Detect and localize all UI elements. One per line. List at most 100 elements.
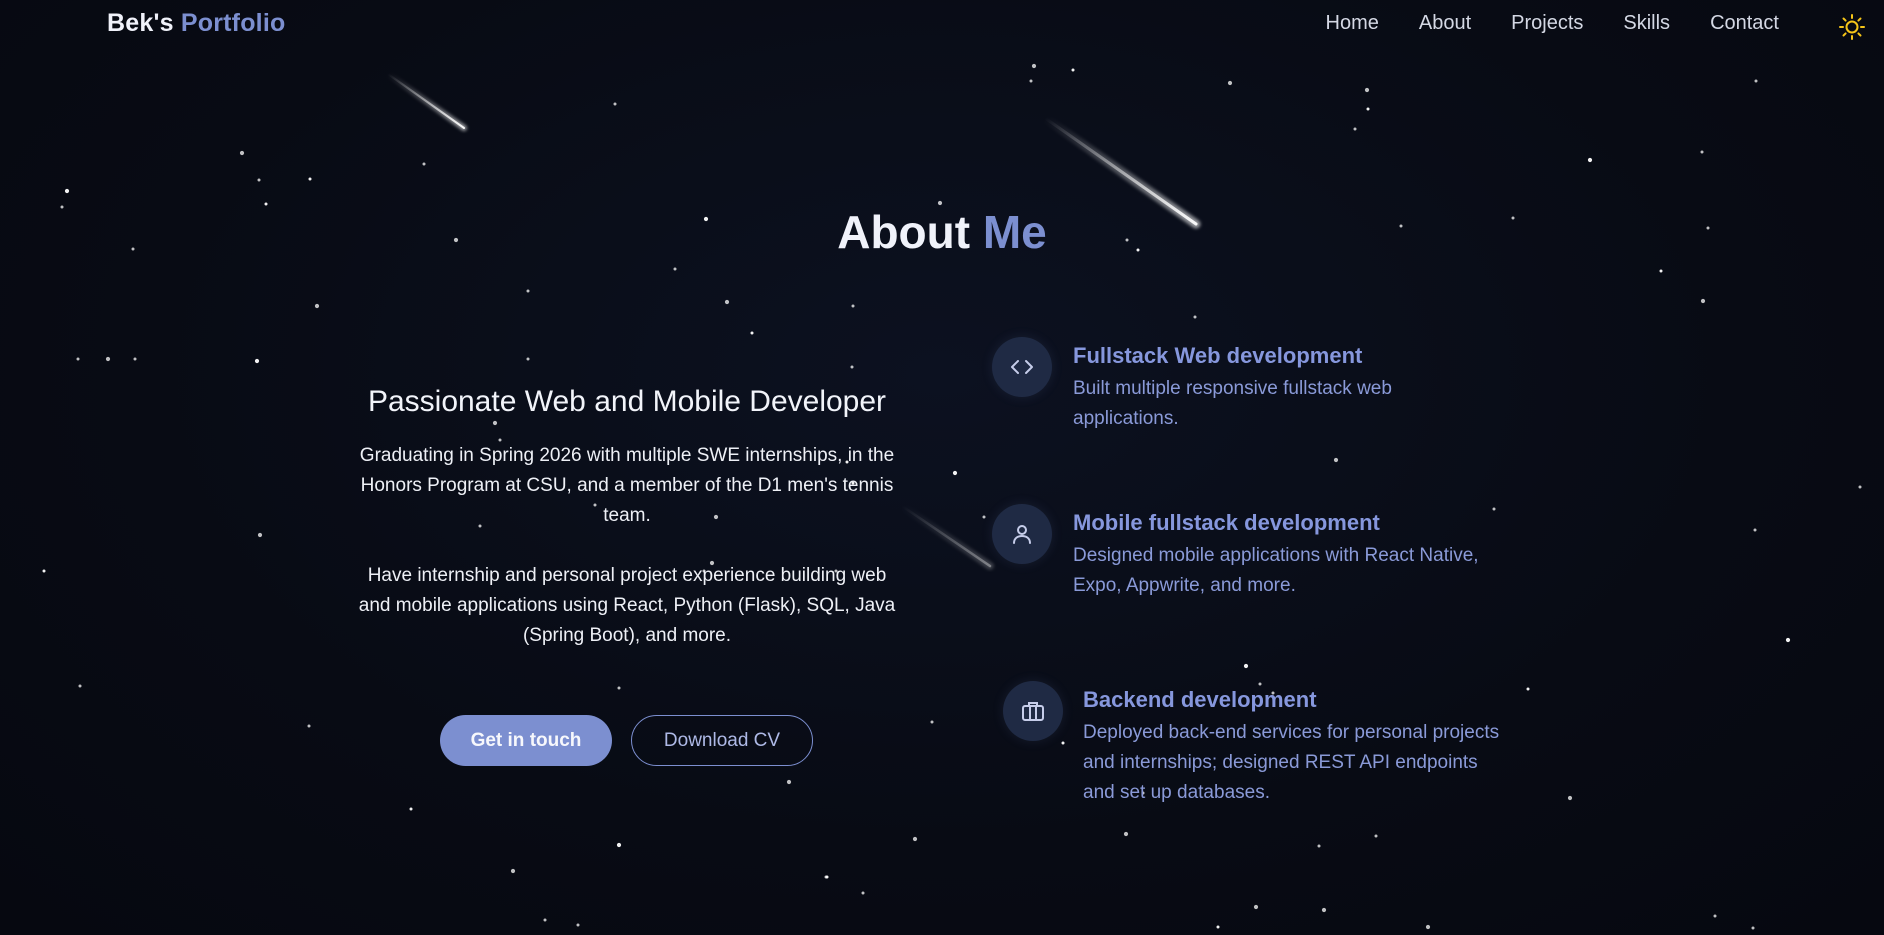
star bbox=[982, 515, 986, 519]
star bbox=[42, 569, 46, 573]
nav-link-home[interactable]: Home bbox=[1326, 12, 1379, 35]
star bbox=[510, 868, 516, 874]
star bbox=[1353, 127, 1357, 131]
skill-description: Designed mobile applications with React … bbox=[1073, 545, 1479, 596]
download-cv-button[interactable]: Download CV bbox=[631, 715, 813, 766]
star bbox=[409, 807, 413, 811]
nav-link-about[interactable]: About bbox=[1419, 12, 1471, 35]
star bbox=[1243, 663, 1249, 669]
star bbox=[64, 188, 70, 194]
star bbox=[314, 303, 320, 309]
star bbox=[1713, 914, 1717, 918]
star bbox=[750, 331, 754, 335]
star bbox=[1317, 844, 1321, 848]
star bbox=[1364, 87, 1370, 93]
intro-paragraph-1: Graduating in Spring 2026 with multiple … bbox=[359, 445, 895, 526]
star bbox=[308, 177, 312, 181]
star bbox=[1700, 150, 1704, 154]
star bbox=[576, 923, 580, 927]
star bbox=[1123, 831, 1129, 837]
site-logo[interactable]: Bek's Portfolio bbox=[107, 9, 285, 38]
sun-icon bbox=[1839, 14, 1865, 40]
nav-link-skills[interactable]: Skills bbox=[1623, 12, 1670, 35]
star bbox=[422, 162, 426, 166]
about-section-title: About Me bbox=[0, 205, 1884, 259]
star bbox=[257, 532, 263, 538]
star bbox=[1258, 682, 1262, 686]
star bbox=[1425, 924, 1431, 930]
star bbox=[1751, 926, 1755, 930]
star bbox=[912, 836, 918, 842]
star bbox=[616, 842, 622, 848]
star bbox=[613, 102, 617, 106]
star bbox=[1366, 107, 1370, 111]
star bbox=[952, 470, 958, 476]
star bbox=[1321, 907, 1327, 913]
title-me: Me bbox=[982, 206, 1047, 258]
skill-title: Backend development bbox=[1083, 687, 1317, 712]
star bbox=[1526, 687, 1530, 691]
title-about: About bbox=[837, 206, 971, 258]
star bbox=[133, 357, 137, 361]
intro-headline: Passionate Web and Mobile Developer bbox=[367, 385, 887, 418]
star bbox=[824, 875, 828, 879]
star bbox=[673, 267, 677, 271]
star bbox=[78, 684, 82, 688]
star bbox=[1071, 68, 1075, 72]
shooting-star bbox=[385, 71, 467, 131]
star bbox=[543, 918, 547, 922]
about-intro: Passionate Web and Mobile Developer Grad… bbox=[330, 385, 924, 766]
star bbox=[76, 357, 80, 361]
star bbox=[1659, 269, 1663, 273]
star bbox=[307, 724, 311, 728]
starfield-background bbox=[42, 63, 1862, 930]
skill-icon-circle bbox=[992, 337, 1052, 397]
star bbox=[861, 891, 865, 895]
star bbox=[1227, 80, 1233, 86]
theme-toggle-button[interactable] bbox=[1838, 13, 1866, 41]
top-navigation: Bek's Portfolio Home About Projects Skil… bbox=[0, 0, 1884, 50]
skill-title: Fullstack Web development bbox=[1073, 343, 1363, 368]
star bbox=[254, 358, 260, 364]
star bbox=[1193, 315, 1197, 319]
star bbox=[1029, 79, 1033, 83]
star bbox=[1700, 298, 1706, 304]
star bbox=[930, 720, 934, 724]
star bbox=[239, 150, 245, 156]
star bbox=[1753, 528, 1757, 532]
star bbox=[1587, 157, 1593, 163]
star bbox=[851, 304, 855, 308]
page-background: Bek's Portfolio Home About Projects Skil… bbox=[0, 0, 1884, 935]
star bbox=[526, 357, 530, 361]
star bbox=[257, 178, 261, 182]
get-in-touch-button[interactable]: Get in touch bbox=[440, 715, 612, 766]
skill-icon-circle bbox=[1003, 681, 1063, 741]
star bbox=[1492, 507, 1496, 511]
star bbox=[1567, 795, 1573, 801]
star bbox=[1031, 63, 1037, 69]
star bbox=[1858, 485, 1862, 489]
briefcase-icon bbox=[1022, 702, 1044, 721]
star bbox=[526, 289, 530, 293]
star bbox=[617, 686, 621, 690]
star bbox=[1754, 79, 1758, 83]
star bbox=[724, 299, 730, 305]
star bbox=[1374, 834, 1378, 838]
star bbox=[1333, 457, 1339, 463]
star bbox=[1061, 741, 1065, 745]
skill-title: Mobile fullstack development bbox=[1073, 510, 1380, 535]
nav-link-contact[interactable]: Contact bbox=[1710, 12, 1779, 35]
code-icon bbox=[1011, 360, 1033, 374]
logo-name: Bek's bbox=[107, 9, 174, 37]
star bbox=[1785, 637, 1791, 643]
star bbox=[105, 356, 111, 362]
star bbox=[850, 365, 854, 369]
star bbox=[786, 779, 792, 785]
nav-links: Home About Projects Skills Contact bbox=[1326, 12, 1779, 35]
logo-accent: Portfolio bbox=[180, 9, 286, 37]
star bbox=[1253, 904, 1259, 910]
nav-link-projects[interactable]: Projects bbox=[1511, 12, 1583, 35]
star bbox=[1216, 925, 1220, 929]
user-icon bbox=[1013, 525, 1031, 544]
skill-description: Deployed back-end services for personal … bbox=[1083, 722, 1500, 803]
